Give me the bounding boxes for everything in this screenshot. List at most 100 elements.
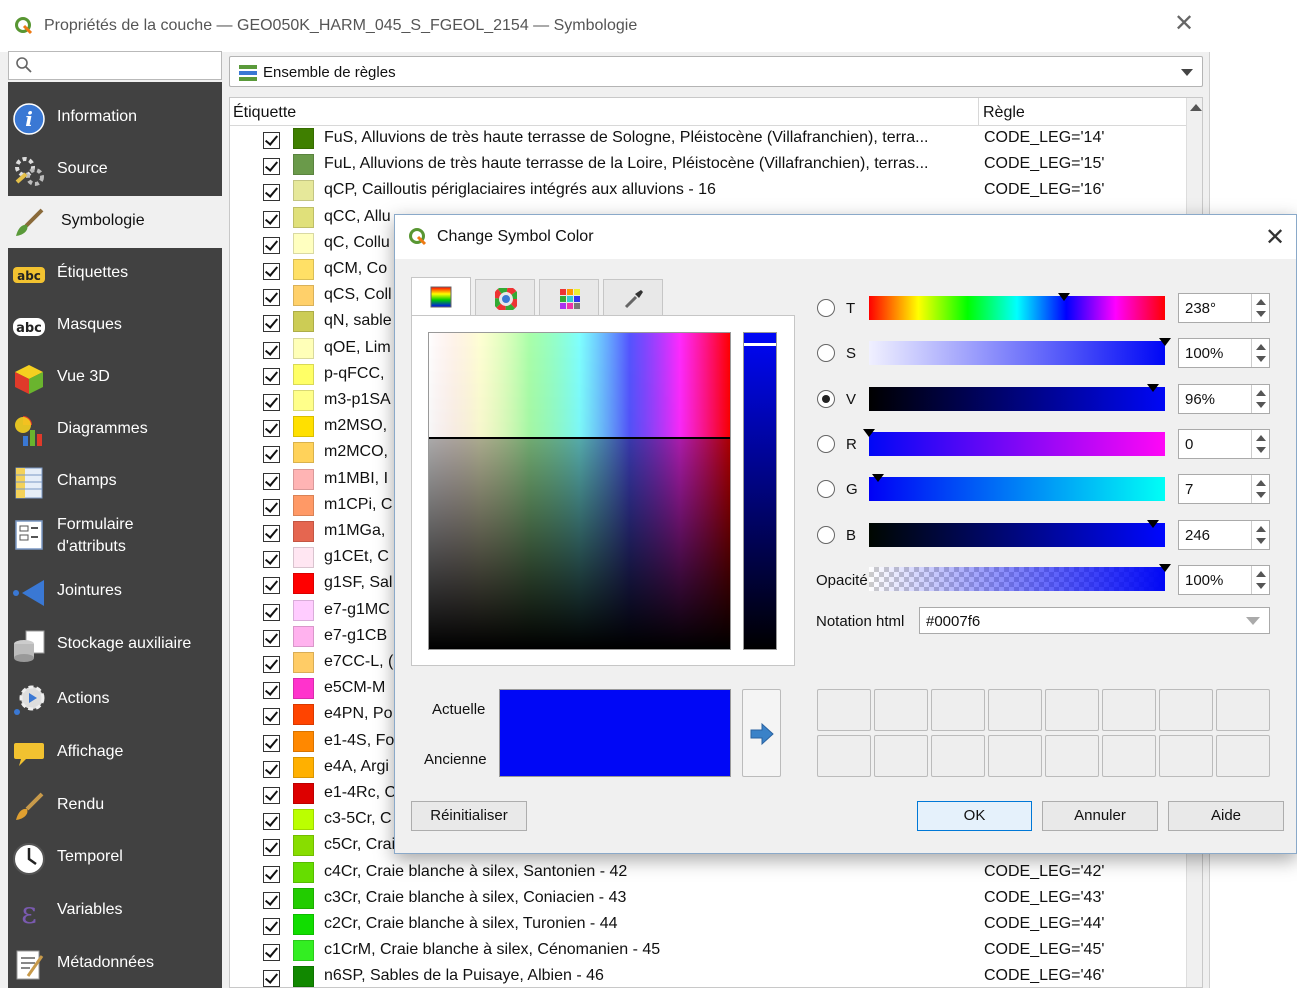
rule-checkbox[interactable]	[263, 918, 280, 935]
table-row[interactable]: FuL, Alluvions de très haute terrasse de…	[230, 152, 1186, 178]
table-row[interactable]: qCP, Cailloutis périglaciaires intégrés …	[230, 178, 1186, 204]
table-row[interactable]: n6SP, Sables de la Puisaye, Albien - 46 C…	[230, 964, 1186, 987]
custom-color-swatch[interactable]	[1159, 735, 1213, 777]
table-row[interactable]: FuS, Alluvions de très haute terrasse de…	[230, 126, 1186, 152]
rule-checkbox[interactable]	[263, 132, 280, 149]
rule-checkbox[interactable]	[263, 734, 280, 752]
renderer-type-dropdown[interactable]: Ensemble de règles	[229, 56, 1203, 87]
symbol-swatch[interactable]	[293, 442, 314, 464]
rule-checkbox[interactable]	[263, 839, 280, 857]
custom-color-swatch[interactable]	[1045, 689, 1099, 731]
channel-spinbox[interactable]: 7	[1178, 474, 1270, 505]
symbol-swatch[interactable]	[293, 232, 314, 254]
symbol-swatch[interactable]	[293, 809, 314, 831]
custom-color-swatch[interactable]	[1102, 735, 1156, 777]
custom-color-swatch[interactable]	[988, 735, 1042, 777]
table-row[interactable]: c1CrM, Craie blanche à silex, Cénomanien…	[230, 938, 1186, 964]
rule-checkbox[interactable]	[263, 944, 280, 962]
sidebar-item-rendering[interactable]: Rendu	[8, 780, 222, 832]
rule-checkbox[interactable]	[263, 551, 280, 569]
channel-radio[interactable]	[817, 480, 835, 499]
symbol-swatch[interactable]	[293, 625, 314, 647]
channel-radio[interactable]	[817, 525, 835, 544]
chevron-down-icon[interactable]	[1246, 617, 1260, 625]
custom-color-swatch[interactable]	[817, 735, 871, 777]
custom-color-swatch[interactable]	[1216, 689, 1270, 731]
channel-slider[interactable]	[869, 519, 1165, 547]
slider-marker-icon[interactable]	[871, 474, 884, 483]
rule-checkbox[interactable]	[263, 472, 280, 490]
channel-spinbox[interactable]: 0	[1178, 428, 1270, 459]
symbol-swatch[interactable]	[293, 494, 314, 516]
symbol-swatch[interactable]	[293, 416, 314, 438]
symbol-swatch[interactable]	[293, 468, 314, 490]
color-ramp-area[interactable]	[428, 332, 731, 650]
dialog-close-icon[interactable]: ✕	[1265, 223, 1285, 252]
sidebar-item-joins[interactable]: Jointures	[8, 566, 222, 618]
sidebar-item-information[interactable]: i Information	[8, 92, 222, 144]
rule-checkbox[interactable]	[263, 760, 280, 778]
custom-color-swatch[interactable]	[1159, 689, 1213, 731]
spin-arrows-icon[interactable]	[1251, 475, 1269, 504]
rule-checkbox[interactable]	[263, 656, 280, 673]
symbol-swatch[interactable]	[293, 547, 314, 569]
rule-checkbox[interactable]	[263, 577, 280, 595]
slider-marker-icon[interactable]	[1058, 293, 1071, 301]
symbol-swatch[interactable]	[293, 573, 314, 595]
sidebar-item-temporal[interactable]: Temporel	[8, 832, 222, 884]
channel-radio[interactable]	[817, 299, 835, 317]
slider-marker-icon[interactable]	[1159, 338, 1171, 347]
tab-color-swatches[interactable]	[539, 279, 599, 316]
channel-slider[interactable]	[869, 338, 1171, 366]
rule-checkbox[interactable]	[263, 970, 280, 987]
rule-checkbox[interactable]	[263, 525, 280, 542]
ok-button[interactable]: OK	[917, 801, 1032, 831]
sidebar-item-masks[interactable]: abc Masques	[8, 300, 222, 352]
rule-checkbox[interactable]	[263, 891, 280, 909]
custom-color-swatch[interactable]	[874, 735, 928, 777]
sidebar-item-metadata[interactable]: Métadonnées	[8, 938, 222, 988]
tab-color-ramp[interactable]	[411, 277, 471, 317]
rule-checkbox[interactable]	[263, 603, 280, 621]
column-header-label[interactable]: Étiquette	[233, 104, 296, 122]
custom-color-swatch[interactable]	[1102, 689, 1156, 731]
sidebar-item-variables[interactable]: ε Variables	[8, 885, 222, 937]
slider-marker-icon[interactable]	[1147, 383, 1160, 392]
rule-checkbox[interactable]	[263, 341, 280, 359]
symbol-swatch[interactable]	[293, 285, 314, 307]
sidebar-item-source[interactable]: Source	[8, 144, 222, 196]
spin-arrows-icon[interactable]	[1251, 294, 1269, 322]
symbol-swatch[interactable]	[293, 966, 314, 987]
spin-arrows-icon[interactable]	[1251, 566, 1269, 594]
table-row[interactable]: c4Cr, Craie blanche à silex, Santonien -…	[230, 860, 1186, 886]
sidebar-item-3d-view[interactable]: Vue 3D	[8, 352, 222, 404]
rule-checkbox[interactable]	[263, 289, 280, 307]
rule-checkbox[interactable]	[263, 813, 280, 831]
rule-checkbox[interactable]	[263, 420, 280, 438]
symbol-swatch[interactable]	[293, 835, 314, 857]
rule-checkbox[interactable]	[263, 263, 280, 280]
symbol-swatch[interactable]	[293, 311, 314, 333]
custom-color-swatch[interactable]	[931, 735, 985, 777]
custom-color-swatch[interactable]	[1045, 735, 1099, 777]
symbol-swatch[interactable]	[293, 128, 314, 149]
rule-checkbox[interactable]	[263, 787, 280, 804]
window-close-icon[interactable]: ✕	[1174, 12, 1194, 36]
symbol-swatch[interactable]	[293, 704, 314, 726]
opacity-slider[interactable]	[869, 564, 1171, 591]
rule-checkbox[interactable]	[263, 446, 280, 464]
tab-color-wheel[interactable]	[475, 279, 535, 316]
channel-radio[interactable]	[817, 344, 835, 363]
channel-slider[interactable]	[863, 428, 1165, 456]
slider-marker-icon[interactable]	[1147, 519, 1160, 528]
scroll-up-arrow-icon[interactable]	[1190, 104, 1202, 111]
rule-checkbox[interactable]	[263, 315, 280, 333]
sidebar-item-auxiliary-storage[interactable]: Stockage auxiliaire	[8, 619, 222, 671]
symbol-swatch[interactable]	[293, 154, 314, 176]
spin-arrows-icon[interactable]	[1251, 339, 1269, 368]
sidebar-item-display[interactable]: Affichage	[8, 727, 222, 779]
sidebar-item-symbology[interactable]: Symbologie	[8, 196, 222, 248]
channel-spinbox[interactable]: 100%	[1178, 338, 1270, 369]
sidebar-item-fields[interactable]: Champs	[8, 456, 222, 508]
rule-checkbox[interactable]	[263, 394, 280, 411]
